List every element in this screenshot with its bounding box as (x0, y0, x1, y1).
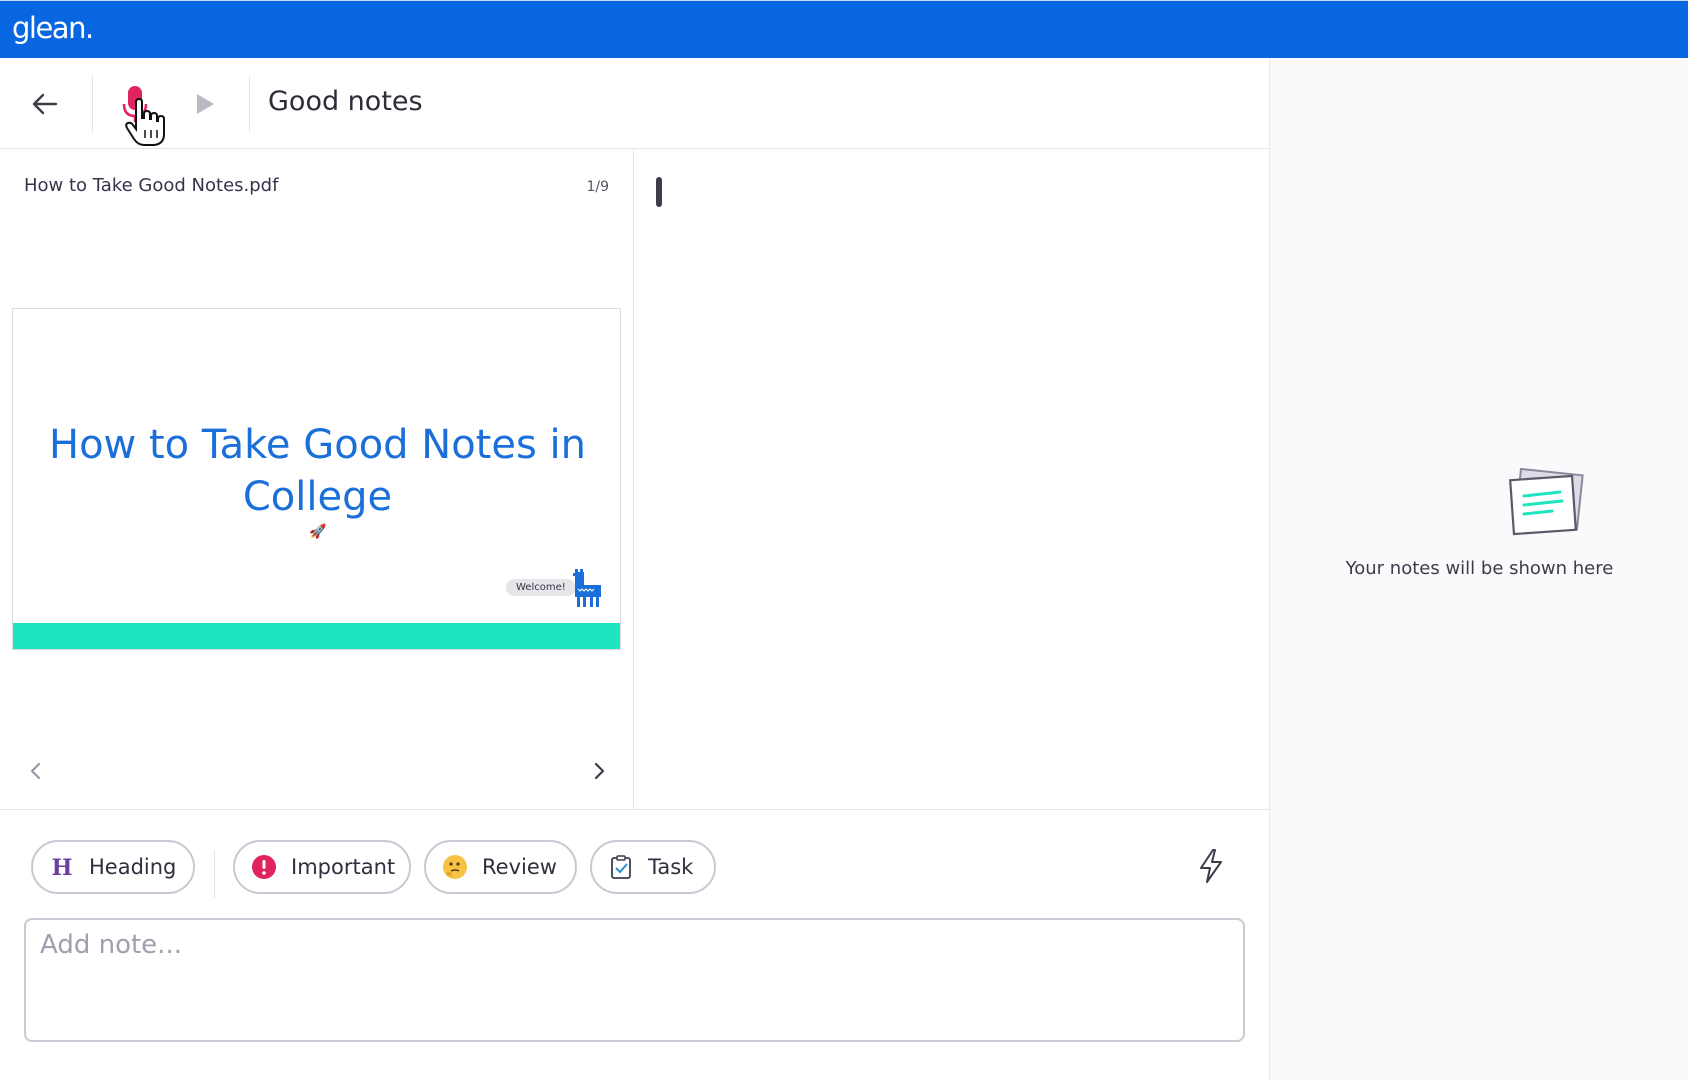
tag-important-button[interactable]: Important (233, 840, 411, 894)
exclamation-icon (251, 854, 277, 880)
thinking-face-icon (442, 854, 468, 880)
tag-label: Task (648, 855, 694, 879)
lightning-icon (1200, 849, 1222, 883)
tag-heading-button[interactable]: H Heading (31, 840, 195, 894)
tag-label: Important (291, 855, 396, 879)
empty-notes-message: Your notes will be shown here (1345, 558, 1614, 579)
text-caret (656, 177, 662, 207)
heading-icon: H (49, 854, 75, 880)
llama-icon (573, 569, 601, 607)
main-area: Good notes How to Take Good Notes.pdf 1/… (0, 58, 1269, 1080)
pdf-slide[interactable]: How to Take Good Notes in College 🚀 Welc… (12, 308, 621, 650)
back-button[interactable] (24, 84, 66, 124)
svg-text:H: H (52, 856, 73, 878)
play-icon (197, 94, 214, 114)
tag-task-button[interactable]: Task (590, 840, 716, 894)
chevron-left-icon (30, 762, 41, 780)
pdf-file-name: How to Take Good Notes.pdf (24, 175, 279, 196)
microphone-icon (122, 86, 148, 122)
previous-page-button[interactable] (24, 759, 48, 783)
record-button[interactable] (120, 84, 150, 124)
add-note-input[interactable] (24, 918, 1245, 1042)
transcript-area[interactable] (635, 149, 1269, 809)
tag-label: Review (482, 855, 557, 879)
arrow-left-icon (32, 93, 58, 115)
toolbar-divider (92, 76, 93, 132)
slide-speech-bubble: Welcome! (506, 579, 576, 596)
rocket-icon: 🚀 (309, 524, 327, 540)
app-header: glean. (0, 0, 1688, 58)
page-indicator: 1/9 (586, 179, 609, 195)
tag-divider (214, 850, 215, 898)
notes-stack-icon (1509, 468, 1584, 536)
tag-review-button[interactable]: Review (424, 840, 577, 894)
note-composer: H Heading Important Review Task (0, 809, 1269, 1080)
pdf-viewer: How to Take Good Notes.pdf 1/9 How to Ta… (0, 149, 634, 809)
quick-actions-button[interactable] (1196, 848, 1226, 884)
clipboard-check-icon (608, 854, 634, 880)
play-button[interactable] (190, 88, 220, 120)
glean-logo[interactable]: glean. (12, 11, 94, 45)
slide-footer-bar (13, 623, 620, 649)
toolbar: Good notes (0, 58, 1269, 149)
slide-title: How to Take Good Notes in College (49, 422, 586, 520)
tag-label: Heading (89, 855, 177, 879)
toolbar-divider (249, 76, 250, 132)
note-title[interactable]: Good notes (268, 86, 423, 117)
next-page-button[interactable] (587, 759, 611, 783)
chevron-right-icon (594, 762, 605, 780)
notes-panel: Your notes will be shown here (1269, 58, 1688, 1080)
